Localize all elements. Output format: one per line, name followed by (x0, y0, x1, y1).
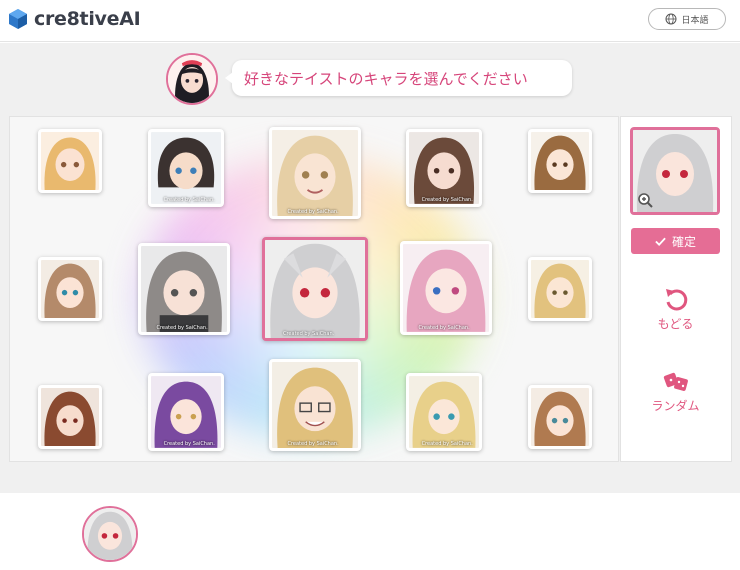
character-thumb-15[interactable] (528, 385, 592, 449)
character-thumb-9[interactable]: Created by SaiChan. (400, 241, 492, 335)
guide-portrait (168, 55, 216, 103)
character-thumb-8-selected[interactable]: Created by SaiChan. (262, 237, 368, 341)
history-portrait (84, 508, 136, 560)
prompt-bubble: 好きなテイストのキャラを選んでください (225, 60, 572, 96)
credit-label: Created by SaiChan. (418, 325, 470, 331)
character-thumb-4[interactable]: Created by SaiChan. (406, 129, 482, 207)
character-thumb-12[interactable]: Created by SaiChan. (148, 373, 224, 451)
credit-label: Created by SaiChan. (163, 197, 215, 203)
character-thumb-5[interactable] (528, 129, 592, 193)
credit-label: Created by SaiChan. (283, 331, 335, 337)
character-thumb-7[interactable]: Created by SaiChan. (138, 243, 230, 335)
random-label: ランダム (651, 399, 700, 413)
credit-label: Created by SaiChan. (163, 441, 215, 447)
undo-icon (665, 289, 687, 311)
top-header: cre8tiveAI 日本語 (0, 0, 740, 42)
character-thumb-6[interactable] (38, 257, 102, 321)
guide-avatar (166, 53, 218, 105)
character-thumb-3[interactable]: Created by SaiChan. (269, 127, 361, 219)
confirm-label: 確定 (671, 234, 696, 249)
random-button[interactable]: ランダム (631, 368, 720, 414)
prompt-message: 好きなテイストのキャラを選んでください (244, 69, 528, 88)
credit-label: Created by SaiChan. (421, 441, 473, 447)
history-avatar[interactable] (82, 506, 138, 562)
language-label: 日本語 (681, 15, 709, 26)
credit-label: Created by SaiChan. (421, 197, 473, 203)
character-thumb-10[interactable] (528, 257, 592, 321)
character-grid: Created by SaiChan. Created by SaiChan. … (9, 116, 619, 462)
logo-mark-icon (9, 9, 27, 29)
credit-label: Created by SaiChan. (156, 325, 208, 331)
logo-text: cre8tiveAI (34, 8, 141, 30)
undo-button[interactable]: もどる (631, 286, 720, 332)
logo[interactable]: cre8tiveAI (8, 8, 141, 30)
globe-icon (665, 13, 677, 25)
dice-icon (663, 372, 688, 391)
credit-label: Created by SaiChan. (287, 209, 339, 215)
check-icon (655, 237, 666, 246)
language-button[interactable]: 日本語 (648, 8, 726, 30)
character-thumb-1[interactable] (38, 129, 102, 193)
confirm-button[interactable]: 確定 (631, 228, 720, 254)
credit-label: Created by SaiChan. (287, 441, 339, 447)
character-thumb-2[interactable]: Created by SaiChan. (148, 129, 224, 207)
character-thumb-14[interactable]: Created by SaiChan. (406, 373, 482, 451)
character-thumb-11[interactable] (38, 385, 102, 449)
selected-preview[interactable] (630, 127, 720, 215)
zoom-icon[interactable] (637, 192, 653, 208)
undo-label: もどる (657, 317, 694, 331)
character-thumb-13[interactable]: Created by SaiChan. (269, 359, 361, 451)
